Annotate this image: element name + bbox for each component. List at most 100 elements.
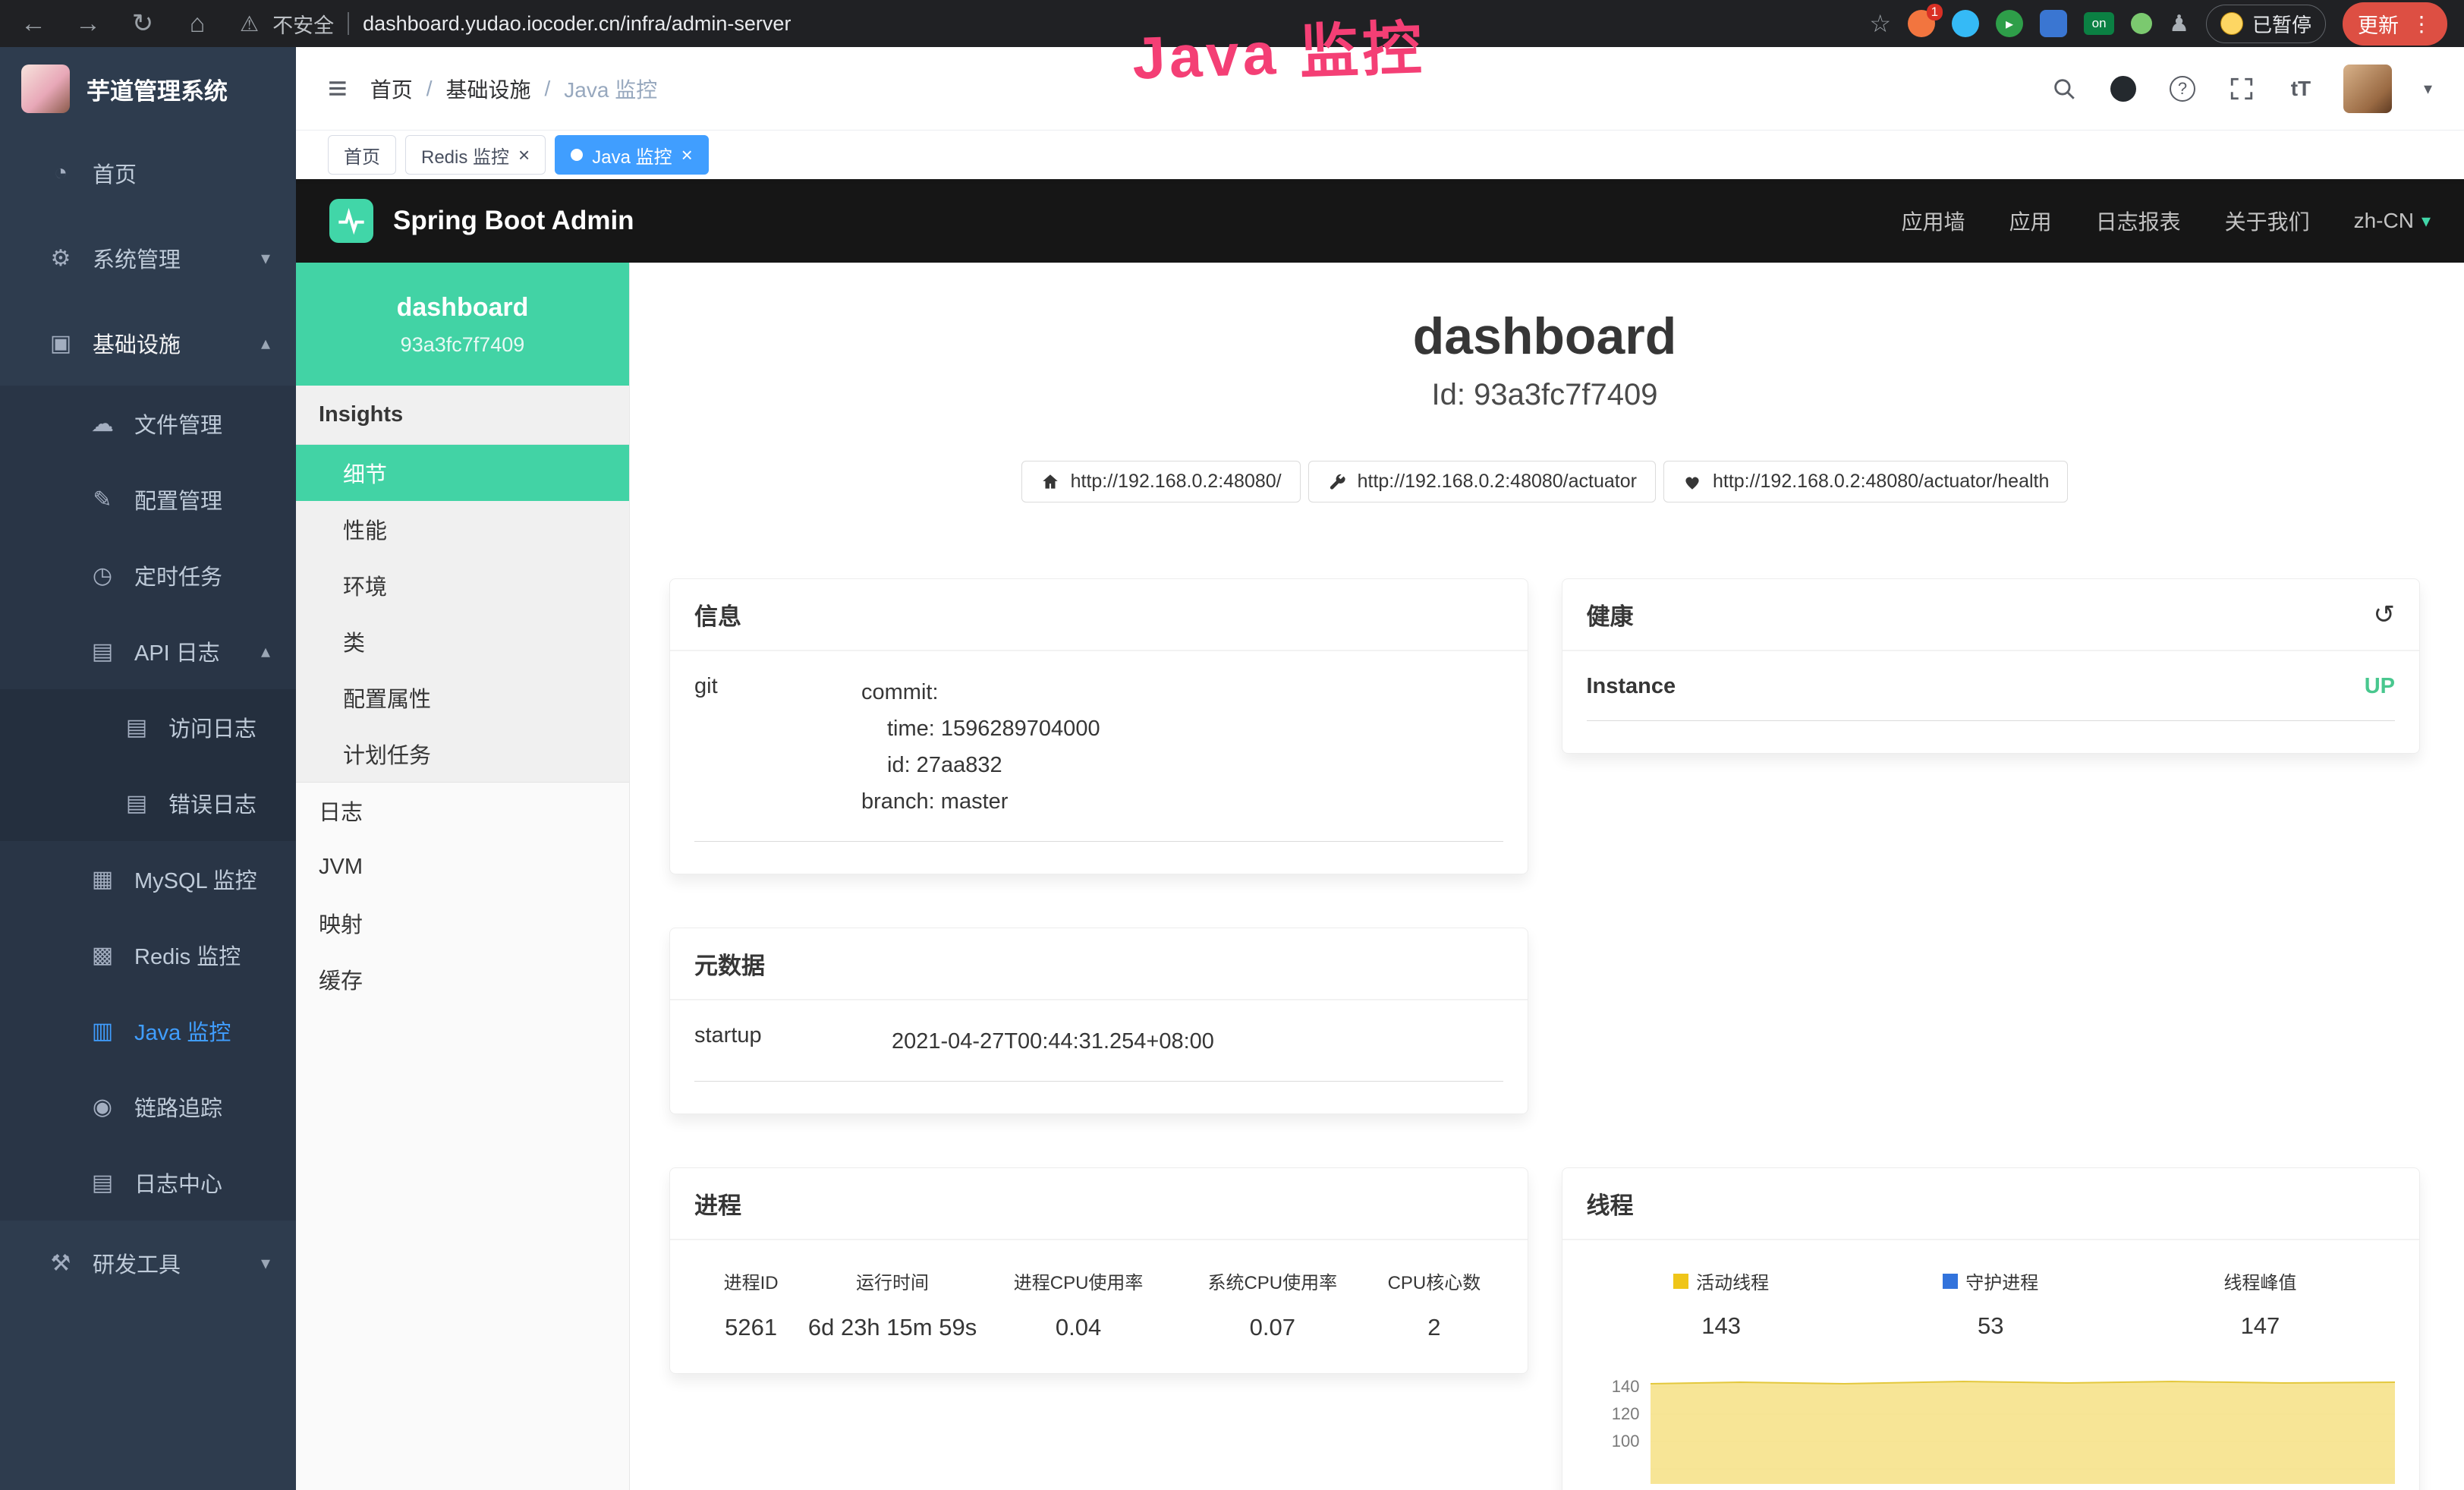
github-icon[interactable] xyxy=(2107,76,2140,102)
sidebar-item-scheduled-jobs[interactable]: ◷ 定时任务 xyxy=(0,537,296,613)
tab-home[interactable]: 首页 xyxy=(328,135,396,175)
search-icon[interactable] xyxy=(2047,76,2081,102)
sba-nav-wallboard[interactable]: 应用墙 xyxy=(1902,206,1965,236)
tab-java-monitor[interactable]: Java 监控 × xyxy=(555,135,709,175)
card-info-title: 信息 xyxy=(670,579,1528,651)
document-icon: ▤ xyxy=(121,714,152,741)
sba-logo-icon[interactable] xyxy=(329,199,373,243)
sidebar-item-label: Redis 监控 xyxy=(134,939,241,971)
sidebar-item-dev-tools[interactable]: ⚒ 研发工具 ▾ xyxy=(0,1221,296,1306)
browser-home-icon[interactable]: ⌂ xyxy=(181,9,214,39)
link-actuator-url[interactable]: http://192.168.0.2:48080/actuator xyxy=(1308,461,1656,502)
sba-nav-applications[interactable]: 应用 xyxy=(2009,206,2052,236)
card-health-title: 健康 xyxy=(1587,597,1634,632)
extension-grid-icon[interactable] xyxy=(2040,10,2067,37)
forward-icon[interactable]: → xyxy=(71,9,105,39)
hamburger-icon[interactable]: ≡ xyxy=(328,70,348,108)
sba-item-beans[interactable]: 类 xyxy=(296,613,629,669)
extension-pawn-icon[interactable]: ♟ xyxy=(2169,11,2189,37)
sba-nav-journal[interactable]: 日志报表 xyxy=(2096,206,2181,236)
url-text[interactable]: dashboard.yudao.iocoder.cn/infra/admin-s… xyxy=(363,12,791,36)
area-chart-svg xyxy=(1651,1370,2396,1484)
reload-icon[interactable]: ↻ xyxy=(126,8,159,39)
sba-item-scheduled-tasks[interactable]: 计划任务 xyxy=(296,726,629,782)
database-grid-icon: ▦ xyxy=(87,866,118,893)
sidebar-item-mysql-monitor[interactable]: ▦ MySQL 监控 xyxy=(0,841,296,917)
chevron-up-icon: ▴ xyxy=(261,641,270,663)
breadcrumb-current: Java 监控 xyxy=(564,74,657,104)
chart-y-axis: 140 120 100 xyxy=(1587,1373,1651,1484)
sidebar-item-file-management[interactable]: ☁ 文件管理 xyxy=(0,386,296,461)
update-label: 更新 xyxy=(2358,9,2399,39)
bookmark-star-icon[interactable]: ☆ xyxy=(1869,9,1891,38)
sba-language-select[interactable]: zh-CN ▾ xyxy=(2354,209,2431,233)
security-label[interactable]: 不安全 xyxy=(272,9,334,39)
sidebar-item-config-management[interactable]: ✎ 配置管理 xyxy=(0,461,296,537)
sidebar-item-label: 定时任务 xyxy=(134,559,222,591)
breadcrumb-infrastructure[interactable]: 基础设施 xyxy=(445,74,530,104)
user-avatar[interactable] xyxy=(2343,65,2392,113)
sidebar-item-system-management[interactable]: ⚙ 系统管理 ▾ xyxy=(0,216,296,301)
extension-drop-icon[interactable] xyxy=(1952,10,1979,37)
info-branch: branch: master xyxy=(861,783,1503,820)
back-icon[interactable]: ← xyxy=(17,9,50,39)
sidebar-item-label: 系统管理 xyxy=(93,242,181,274)
status-badge: UP xyxy=(2365,674,2395,699)
card-threads-title: 线程 xyxy=(1562,1168,2420,1240)
stat-header: 进程CPU使用率 xyxy=(977,1268,1179,1294)
sba-nav-about[interactable]: 关于我们 xyxy=(2225,206,2310,236)
sba-item-jvm[interactable]: JVM xyxy=(296,839,629,895)
extension-play-icon[interactable]: ▸ xyxy=(1996,10,2023,37)
font-size-icon[interactable]: tT xyxy=(2284,77,2318,101)
sba-item-mappings[interactable]: 映射 xyxy=(296,895,629,951)
sidebar-item-infrastructure[interactable]: ▣ 基础设施 ▴ xyxy=(0,301,296,386)
sba-item-caches[interactable]: 缓存 xyxy=(296,951,629,1007)
legend-value: 53 xyxy=(1856,1312,2126,1340)
sidebar-item-tracing[interactable]: ◉ 链路追踪 xyxy=(0,1069,296,1145)
sba-brand[interactable]: Spring Boot Admin xyxy=(393,206,634,236)
eye-icon: ◉ xyxy=(87,1094,118,1120)
tab-label: 首页 xyxy=(344,142,380,169)
sba-item-config-props[interactable]: 配置属性 xyxy=(296,669,629,726)
app-logo[interactable]: 芋道管理系统 xyxy=(0,47,296,131)
extension-orange-icon[interactable]: 1 xyxy=(1908,10,1935,37)
tab-label: Java 监控 xyxy=(592,142,672,169)
address-bar[interactable]: ⚠ 不安全 dashboard.yudao.iocoder.cn/infra/a… xyxy=(240,9,1848,39)
sidebar-item-java-monitor[interactable]: ▥ Java 监控 xyxy=(0,993,296,1069)
chevron-down-icon: ▾ xyxy=(261,1252,270,1274)
link-service-url[interactable]: http://192.168.0.2:48080/ xyxy=(1021,461,1301,502)
close-icon[interactable]: × xyxy=(681,145,693,165)
sba-instance-header[interactable]: dashboard 93a3fc7f7409 xyxy=(296,263,629,386)
sidebar-item-redis-monitor[interactable]: ▩ Redis 监控 xyxy=(0,917,296,993)
app-sidebar: 芋道管理系统 ◔ 首页 ⚙ 系统管理 ▾ ▣ 基础设施 ▴ xyxy=(0,47,296,1490)
close-icon[interactable]: × xyxy=(518,145,530,165)
sidebar-item-home[interactable]: ◔ 首页 xyxy=(0,131,296,216)
legend-label: 线程峰值 xyxy=(2223,1268,2296,1294)
sidebar-item-log-center[interactable]: ▤ 日志中心 xyxy=(0,1145,296,1221)
avatar-caret-icon[interactable]: ▾ xyxy=(2424,79,2432,99)
sba-item-loggers[interactable]: 日志 xyxy=(296,783,629,839)
sba-item-environment[interactable]: 环境 xyxy=(296,557,629,613)
extension-leaf-icon[interactable] xyxy=(2131,13,2152,34)
history-icon[interactable]: ↺ xyxy=(2374,600,2396,630)
breadcrumb-home[interactable]: 首页 xyxy=(370,74,413,104)
info-commit: commit: xyxy=(861,674,1503,710)
tab-redis-monitor[interactable]: Redis 监控 × xyxy=(405,135,546,175)
sidebar-item-label: 研发工具 xyxy=(93,1247,181,1279)
link-health-url[interactable]: http://192.168.0.2:48080/actuator/health xyxy=(1663,461,2068,502)
sidebar-item-error-logs[interactable]: ▤ 错误日志 xyxy=(0,765,296,841)
page-title: dashboard xyxy=(669,307,2420,366)
breadcrumb-separator: / xyxy=(545,77,551,101)
legend-square-active xyxy=(1673,1274,1688,1289)
extension-on-icon[interactable]: on xyxy=(2084,12,2114,35)
kebab-menu-icon[interactable]: ⋮ xyxy=(2411,11,2432,36)
sidebar-item-access-logs[interactable]: ▤ 访问日志 xyxy=(0,689,296,765)
sba-item-metrics[interactable]: 性能 xyxy=(296,501,629,557)
help-icon[interactable]: ? xyxy=(2166,76,2199,102)
sidebar-item-api-logs[interactable]: ▤ API 日志 ▴ xyxy=(0,613,296,689)
update-button[interactable]: 更新 ⋮ xyxy=(2343,2,2447,46)
sidebar-item-label: 链路追踪 xyxy=(134,1091,222,1123)
fullscreen-icon[interactable] xyxy=(2225,76,2258,102)
paused-badge[interactable]: 已暂停 xyxy=(2206,5,2326,43)
sba-item-details[interactable]: 细节 xyxy=(296,445,629,501)
